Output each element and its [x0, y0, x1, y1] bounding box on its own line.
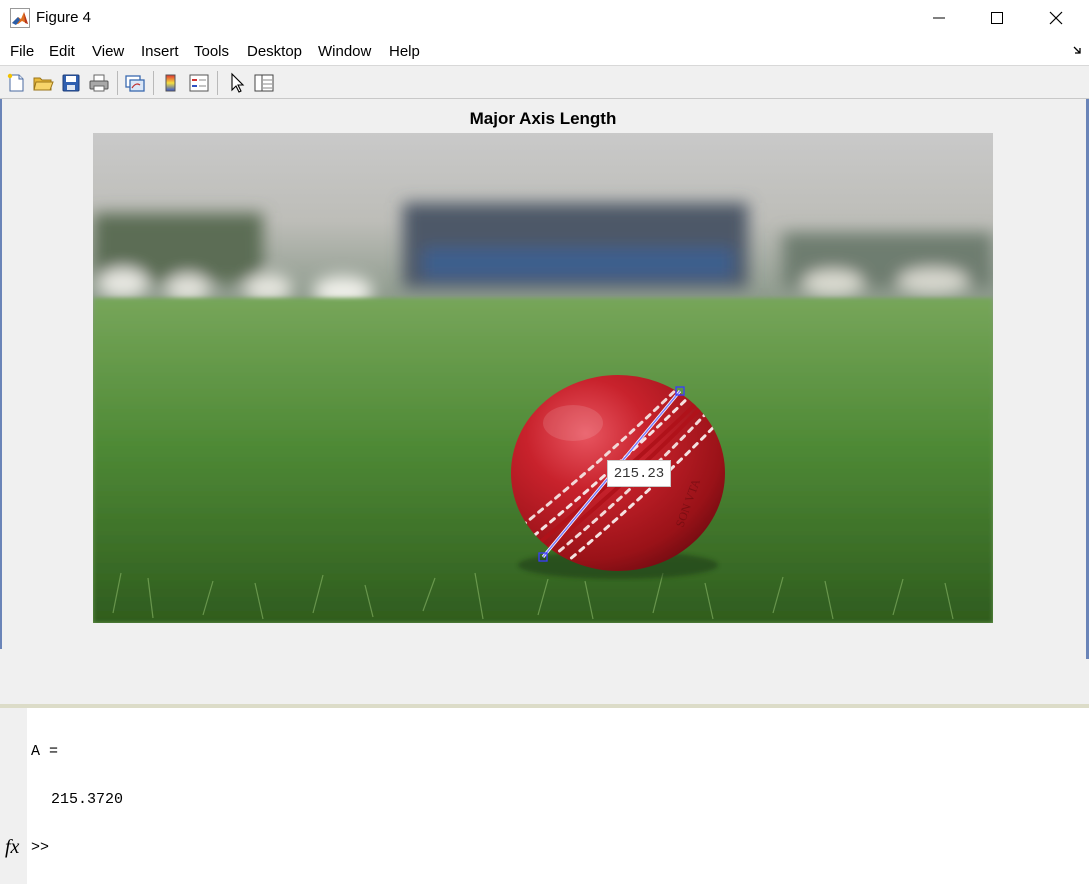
variable-value: 215.3720: [51, 791, 124, 808]
save-icon[interactable]: [60, 72, 82, 94]
menu-edit[interactable]: Edit: [49, 43, 75, 60]
matlab-logo-icon: [10, 8, 30, 28]
property-inspector-icon[interactable]: [253, 72, 275, 94]
legend-icon[interactable]: [188, 72, 210, 94]
figure-window: Figure 4 File Edit View Insert Tools Des…: [0, 0, 1089, 708]
dock-arrow-icon[interactable]: [1073, 45, 1083, 55]
distance-label: 215.23: [607, 460, 671, 487]
new-figure-icon[interactable]: [5, 72, 27, 94]
figure-toolbar: [0, 66, 1089, 99]
close-icon: [1049, 11, 1063, 25]
function-browser-icon[interactable]: fx: [5, 836, 19, 859]
pointer-icon[interactable]: [226, 72, 248, 94]
minimize-icon: [933, 17, 945, 19]
colorbar-icon[interactable]: [160, 72, 182, 94]
command-prompt[interactable]: >>: [31, 839, 49, 856]
menu-bar: File Edit View Insert Tools Desktop Wind…: [0, 36, 1089, 66]
maximize-icon: [991, 12, 1003, 24]
close-button[interactable]: [1027, 0, 1085, 36]
toolbar-separator: [217, 71, 218, 95]
menu-desktop[interactable]: Desktop: [247, 43, 302, 60]
menu-tools[interactable]: Tools: [194, 43, 229, 60]
toolbar-separator: [153, 71, 154, 95]
title-bar[interactable]: Figure 4: [0, 0, 1089, 36]
toolbar-separator: [117, 71, 118, 95]
menu-help[interactable]: Help: [389, 43, 420, 60]
axes-title: Major Axis Length: [469, 109, 617, 128]
menu-insert[interactable]: Insert: [141, 43, 179, 60]
variable-name: A =: [31, 743, 59, 760]
cricket-ball-image: SON VTA: [93, 133, 993, 623]
print-icon[interactable]: [88, 72, 110, 94]
menu-view[interactable]: View: [92, 43, 124, 60]
minimize-button[interactable]: [910, 0, 968, 36]
menu-file[interactable]: File: [10, 43, 34, 60]
open-file-icon[interactable]: [32, 72, 54, 94]
link-plot-icon[interactable]: [124, 72, 146, 94]
window-title: Figure 4: [36, 9, 92, 26]
command-window[interactable]: A = 215.3720 fx >>: [0, 708, 1089, 884]
window-border: [0, 99, 2, 649]
menu-window[interactable]: Window: [318, 43, 371, 60]
maximize-button[interactable]: [968, 0, 1026, 36]
